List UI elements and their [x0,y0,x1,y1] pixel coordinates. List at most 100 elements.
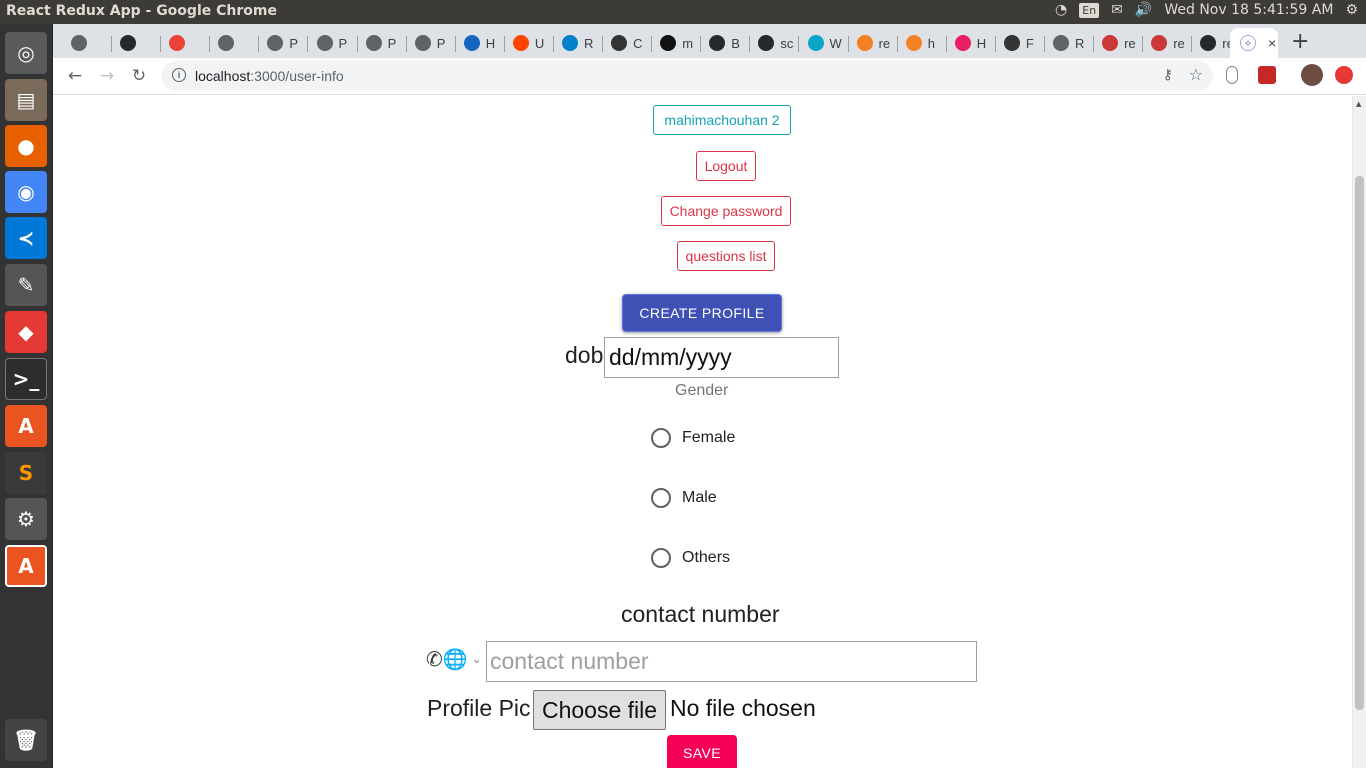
clock[interactable]: Wed Nov 18 5:41:59 AM [1164,2,1333,18]
browser-tab[interactable]: P [405,28,456,58]
npm-icon [1151,35,1168,51]
text-editor-icon[interactable]: ✎ [5,264,47,306]
radio-label-male: Male [682,489,717,506]
address-bar[interactable]: i localhost:3000/user-info ⚷ ☆ [161,61,1213,91]
scroll-up-icon[interactable]: ▲ [1356,100,1361,108]
url-text[interactable]: localhost:3000/user-info [195,68,344,84]
browser-tab[interactable]: R [552,28,603,58]
software-center-icon[interactable]: A [5,405,47,447]
keyboard-layout-indicator[interactable]: En [1079,2,1100,18]
browser-tab[interactable]: re [1092,28,1144,58]
bookmark-star-icon[interactable]: ☆ [1189,65,1203,84]
radio-female[interactable] [651,428,671,448]
reload-button[interactable]: ↻ [127,64,151,88]
extension-devtools-icon[interactable] [1258,66,1276,84]
update-icon[interactable] [1335,66,1353,84]
ubuntu-dash-icon[interactable]: ◎ [5,32,47,74]
files-icon[interactable]: ▤ [5,79,47,121]
scrollbar-thumb[interactable] [1355,176,1364,710]
browser-tab[interactable]: m [650,28,702,58]
browser-tab[interactable]: P [307,28,358,58]
globe-icon [1053,35,1069,51]
gender-option-male[interactable]: Male [651,488,717,508]
mui-icon [562,35,578,51]
browser-tab[interactable]: W [798,28,849,58]
git-client-icon[interactable]: ◆ [5,311,47,353]
chrome-icon[interactable]: ◉ [5,171,47,213]
browser-tab[interactable]: C [601,28,653,58]
chevron-down-icon: ⌄ [471,652,482,666]
site-info-icon[interactable]: i [172,68,186,82]
radio-others[interactable] [651,548,671,568]
github-icon [758,35,775,51]
settings-icon[interactable]: ⚙ [5,498,47,540]
password-key-icon[interactable]: ⚷ [1163,67,1173,83]
change-password-button[interactable]: Change password [661,196,791,226]
browser-tab[interactable]: h [896,28,947,58]
browser-tab[interactable]: U [503,28,554,58]
firefox-icon[interactable]: ● [5,125,47,167]
tab-active[interactable]: ⟡ × [1230,28,1278,58]
logout-button[interactable]: Logout [696,151,756,181]
browser-tab[interactable]: F [994,28,1045,58]
browser-tab[interactable]: re [1141,28,1193,58]
username-button[interactable]: mahimachouhan 2 [653,105,791,135]
page-content: mahimachouhan 2 Logout Change password q… [53,96,1353,768]
vscode-icon[interactable]: ≺ [5,217,47,259]
browser-tab[interactable] [159,28,211,58]
stackoverflow-icon [905,35,922,51]
globe-icon [414,35,431,51]
forward-button[interactable]: → [95,64,119,88]
browser-tab[interactable] [61,28,112,58]
browser-tab[interactable]: P [257,28,309,58]
tab-label: B [731,35,740,51]
terminal-icon[interactable]: >_ [5,358,47,400]
tab-label: R [584,35,594,51]
new-tab-button[interactable]: + [1291,29,1309,54]
trash-icon[interactable]: 🗑 [5,719,47,761]
no-file-chosen-text: No file chosen [670,695,816,721]
radio-male[interactable] [651,488,671,508]
github-icon [1200,35,1217,51]
contact-number-input[interactable]: contact number [486,641,977,682]
close-tab-icon[interactable]: × [1268,35,1276,51]
choose-file-button[interactable]: Choose file [533,690,666,730]
linux-icon [1003,35,1020,51]
questions-list-button[interactable]: questions list [677,241,775,271]
browser-tab[interactable] [110,28,162,58]
gender-option-others[interactable]: Others [651,548,730,568]
software-updater-icon[interactable]: A [5,545,47,587]
browser-tab[interactable]: B [699,28,751,58]
save-button[interactable]: SAVE [667,735,737,768]
sublime-text-icon[interactable]: S [5,452,47,494]
tab-label: U [534,35,545,51]
globe-icon [316,35,333,51]
browser-tab[interactable]: H [945,28,996,58]
mail-icon[interactable]: ✉ [1111,2,1123,18]
tab-label: P [289,35,299,51]
dob-input[interactable]: dd/mm/yyyy [604,337,839,378]
system-top-bar: React Redux App - Google Chrome ◔ En ✉ 🔊… [0,0,1366,24]
system-tray: ◔ En ✉ 🔊 Wed Nov 18 5:41:59 AM ⚙ [1055,2,1358,18]
radio-label-others: Others [682,549,731,566]
browser-tab[interactable] [208,28,260,58]
wifi-icon[interactable]: ◔ [1055,2,1067,18]
country-code-select[interactable]: ✆ 🌐 ⌄ [426,647,482,671]
page-scrollbar[interactable]: ▲ [1352,96,1366,768]
volume-icon[interactable]: 🔊 [1135,2,1152,18]
gender-option-female[interactable]: Female [651,428,735,448]
extension-toggle-icon[interactable] [1226,66,1238,84]
profile-avatar[interactable] [1301,64,1323,86]
browser-tab[interactable]: sc [748,28,800,58]
browser-tab[interactable]: re [847,28,898,58]
back-button[interactable]: ← [63,64,87,88]
tab-label: re [878,35,891,51]
browser-tab[interactable]: H [454,28,505,58]
create-profile-button[interactable]: CREATE PROFILE [622,294,782,332]
browser-tab[interactable]: P [356,28,407,58]
power-settings-icon[interactable]: ⚙ [1345,2,1358,18]
globe-icon [365,35,382,51]
phone-icon: ✆ [426,647,443,671]
browser-tab[interactable]: R [1043,28,1094,58]
chrome-window: P P P P H U R Cm Bsc Wre h H F Rre re re ⟡ × + ← → ↻ i … [53,24,1366,768]
